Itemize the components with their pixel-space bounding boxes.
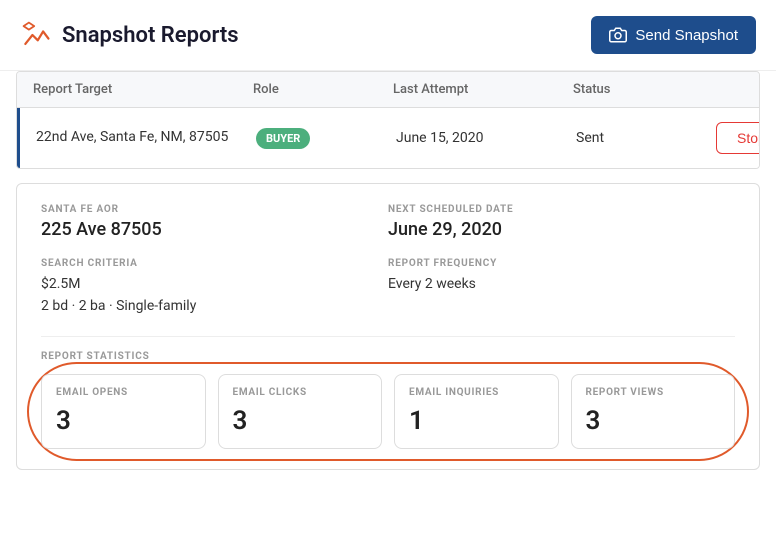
col-report-target: Report Target <box>33 82 253 97</box>
report-target-cell: 22nd Ave, Santa Fe, NM, 87505 <box>36 128 256 148</box>
snapshot-logo-icon <box>20 19 52 51</box>
card-divider <box>41 336 735 337</box>
stat-card: EMAIL CLICKS 3 <box>218 374 383 449</box>
aor-value: 225 Ave 87505 <box>41 219 388 240</box>
stat-label: EMAIL CLICKS <box>233 387 368 398</box>
stat-label: EMAIL OPENS <box>56 387 191 398</box>
report-frequency-label: REPORT FREQUENCY <box>388 258 735 269</box>
page-header: Snapshot Reports Send Snapshot <box>0 0 776 71</box>
stat-card: EMAIL OPENS 3 <box>41 374 206 449</box>
status-cell: Sent <box>576 130 716 146</box>
stat-value: 3 <box>56 406 191 436</box>
stat-card: EMAIL INQUIRIES 1 <box>394 374 559 449</box>
page-title: Snapshot Reports <box>62 23 239 48</box>
search-criteria-label: SEARCH CRITERIA <box>41 258 388 269</box>
stats-section-label: REPORT STATISTICS <box>41 351 735 362</box>
detail-card: SANTA FE AOR 225 Ave 87505 NEXT SCHEDULE… <box>16 183 760 470</box>
stat-value: 3 <box>586 406 721 436</box>
camera-icon <box>609 26 627 44</box>
header-left: Snapshot Reports <box>20 19 239 51</box>
stats-row: EMAIL OPENS 3 EMAIL CLICKS 3 EMAIL INQUI… <box>41 374 735 449</box>
table-header-row: Report Target Role Last Attempt Status <box>17 72 759 108</box>
stat-value: 3 <box>233 406 368 436</box>
last-attempt-cell: June 15, 2020 <box>396 130 576 146</box>
stat-value: 1 <box>409 406 544 436</box>
stat-label: REPORT VIEWS <box>586 387 721 398</box>
search-criteria-section: SEARCH CRITERIA $2.5M 2 bd · 2 ba · Sing… <box>41 258 388 318</box>
buyer-badge: BUYER <box>256 128 310 149</box>
next-date-section: NEXT SCHEDULED DATE June 29, 2020 <box>388 204 735 240</box>
aor-label: SANTA FE AOR <box>41 204 388 215</box>
detail-grid: SANTA FE AOR 225 Ave 87505 NEXT SCHEDULE… <box>41 204 735 318</box>
role-cell: BUYER <box>256 128 396 149</box>
stats-row-wrapper: EMAIL OPENS 3 EMAIL CLICKS 3 EMAIL INQUI… <box>41 374 735 449</box>
stat-card: REPORT VIEWS 3 <box>571 374 736 449</box>
report-frequency-value: Every 2 weeks <box>388 273 735 295</box>
aor-section: SANTA FE AOR 225 Ave 87505 <box>41 204 388 240</box>
col-action <box>713 82 743 97</box>
col-last-attempt: Last Attempt <box>393 82 573 97</box>
send-snapshot-button[interactable]: Send Snapshot <box>591 16 756 54</box>
next-date-value: June 29, 2020 <box>388 219 735 240</box>
table-row: 22nd Ave, Santa Fe, NM, 87505 BUYER June… <box>17 108 759 168</box>
col-status: Status <box>573 82 713 97</box>
report-frequency-section: REPORT FREQUENCY Every 2 weeks <box>388 258 735 318</box>
stat-label: EMAIL INQUIRIES <box>409 387 544 398</box>
search-criteria-value: $2.5M 2 bd · 2 ba · Single-family <box>41 273 388 318</box>
stop-cell: Stop <box>716 122 760 154</box>
next-date-label: NEXT SCHEDULED DATE <box>388 204 735 215</box>
col-role: Role <box>253 82 393 97</box>
report-table: Report Target Role Last Attempt Status 2… <box>16 71 760 169</box>
send-snapshot-label: Send Snapshot <box>635 27 738 44</box>
stop-button[interactable]: Stop <box>716 122 760 154</box>
